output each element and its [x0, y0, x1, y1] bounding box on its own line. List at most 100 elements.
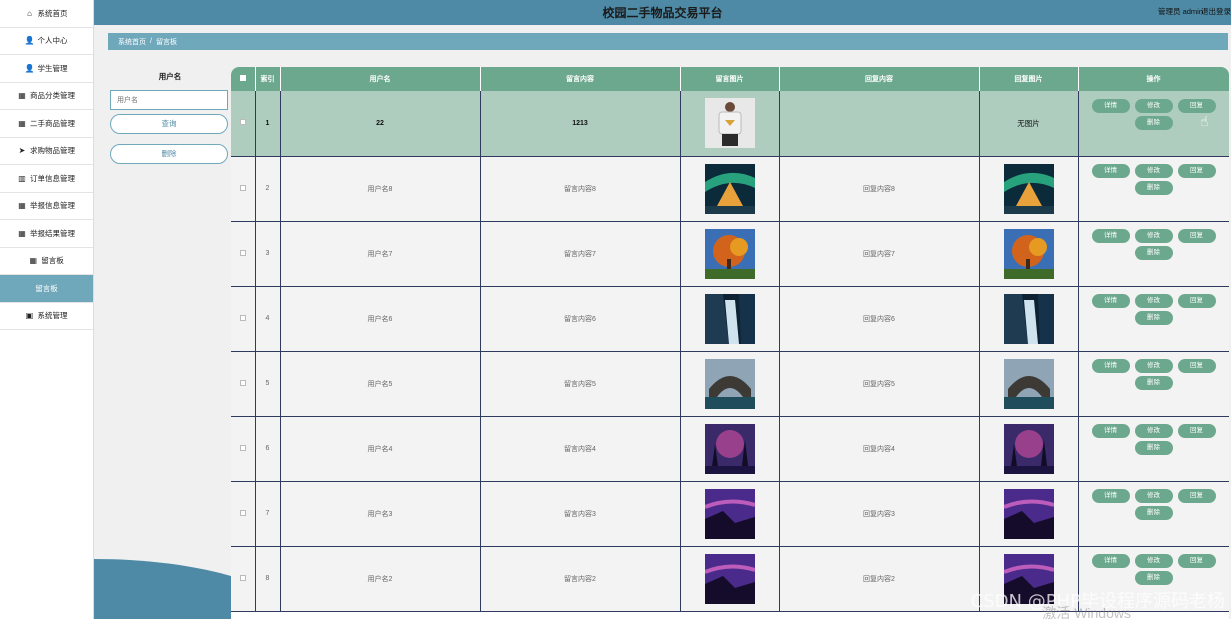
- edit-button[interactable]: 修改: [1134, 229, 1173, 243]
- sidebar-item-8[interactable]: ▦ 举报结果管理: [0, 220, 93, 248]
- reply-button[interactable]: 回复: [1177, 359, 1216, 373]
- detail-button[interactable]: 详情: [1091, 359, 1130, 373]
- row-checkbox[interactable]: [239, 379, 246, 386]
- row-reply: 回复内容7: [779, 221, 980, 287]
- row-message: 留言内容5: [480, 351, 681, 417]
- row-checkbox[interactable]: [239, 119, 246, 126]
- search-label: 用户名: [158, 72, 182, 81]
- detail-button[interactable]: 详情: [1091, 424, 1130, 438]
- delete-button[interactable]: 删除: [1134, 246, 1173, 260]
- message-image-purple-coast[interactable]: [704, 488, 755, 539]
- table-row[interactable]: 5 用户名5 留言内容5 回复内容5 详情 修改 回复 删除: [231, 351, 1229, 417]
- sidebar-item-5[interactable]: ➤ 求购物品管理: [0, 138, 93, 165]
- table-row[interactable]: 3 用户名7 留言内容7 回复内容7 详情 修改 回复 删除: [231, 221, 1229, 287]
- sidebar-item-2[interactable]: 👤 学生管理: [0, 55, 93, 83]
- edit-button[interactable]: 修改: [1134, 164, 1173, 178]
- edit-button[interactable]: 修改: [1134, 424, 1173, 438]
- sidebar-item-11[interactable]: ▣ 系统管理: [0, 303, 93, 330]
- row-select-cell[interactable]: [231, 351, 256, 417]
- table-row[interactable]: 1 22 1213 无图片 详情 修改 回复 删除: [231, 91, 1229, 157]
- detail-button[interactable]: 详情: [1091, 98, 1130, 113]
- query-button[interactable]: 查询: [110, 114, 228, 134]
- edit-button[interactable]: 修改: [1134, 98, 1173, 113]
- reply-button[interactable]: 回复: [1177, 164, 1216, 178]
- detail-button[interactable]: 详情: [1091, 554, 1130, 568]
- reply-button[interactable]: 回复: [1177, 294, 1216, 308]
- message-image-waterfall[interactable]: [704, 293, 755, 344]
- username-search-input[interactable]: [110, 90, 228, 110]
- sidebar-item-0[interactable]: ⌂ 系统首页: [0, 0, 93, 28]
- message-image-aurora-cabin[interactable]: [704, 163, 755, 214]
- batch-delete-button[interactable]: 删除: [110, 144, 228, 164]
- logout-link[interactable]: 退出登录: [1201, 6, 1231, 17]
- reply-button[interactable]: 回复: [1177, 554, 1216, 568]
- header-select-all[interactable]: [231, 67, 256, 91]
- row-message-image: [680, 91, 780, 157]
- message-image-autumn-tree[interactable]: [704, 228, 755, 279]
- row-select-cell[interactable]: [231, 481, 256, 547]
- row-index: 7: [255, 481, 281, 547]
- sidebar-item-9[interactable]: ▦ 留言板: [0, 248, 93, 275]
- row-select-cell[interactable]: [231, 546, 256, 612]
- edit-button[interactable]: 修改: [1134, 294, 1173, 308]
- row-checkbox[interactable]: [239, 444, 246, 451]
- reply-image-aurora-cabin[interactable]: [1003, 163, 1054, 214]
- row-checkbox[interactable]: [239, 314, 246, 321]
- delete-button[interactable]: 删除: [1134, 506, 1173, 520]
- row-select-cell[interactable]: [231, 286, 256, 352]
- row-index: 4: [255, 286, 281, 352]
- table-row[interactable]: 2 用户名8 留言内容8 回复内容8 详情 修改 回复 删除: [231, 156, 1229, 222]
- reply-image-purple-forest[interactable]: [1003, 423, 1054, 474]
- row-checkbox[interactable]: [239, 184, 246, 191]
- breadcrumb-home[interactable]: 系统首页: [118, 37, 146, 47]
- sidebar-item-3[interactable]: ▦ 商品分类管理: [0, 83, 93, 110]
- message-image-purple-coast[interactable]: [704, 553, 755, 604]
- row-select-cell[interactable]: [231, 416, 256, 482]
- edit-button[interactable]: 修改: [1134, 554, 1173, 568]
- select-all-checkbox[interactable]: [239, 75, 246, 81]
- row-select-cell[interactable]: [231, 91, 256, 157]
- sidebar-item-10[interactable]: 留言板: [0, 275, 93, 303]
- reply-image-waterfall[interactable]: [1003, 293, 1054, 344]
- detail-button[interactable]: 详情: [1091, 294, 1130, 308]
- edit-button[interactable]: 修改: [1134, 489, 1173, 503]
- delete-button[interactable]: 删除: [1134, 181, 1173, 195]
- reply-image-purple-coast[interactable]: [1003, 488, 1054, 539]
- row-select-cell[interactable]: [231, 221, 256, 287]
- table-row[interactable]: 4 用户名6 留言内容6 回复内容6 详情 修改 回复 删除: [231, 286, 1229, 352]
- delete-button[interactable]: 删除: [1134, 571, 1173, 585]
- detail-button[interactable]: 详情: [1091, 164, 1130, 178]
- row-checkbox[interactable]: [239, 574, 246, 581]
- reply-image-autumn-tree[interactable]: [1003, 228, 1054, 279]
- sidebar-item-6[interactable]: ▥ 订单信息管理: [0, 165, 93, 193]
- sidebar-item-4[interactable]: ▦ 二手商品管理: [0, 110, 93, 138]
- delete-button[interactable]: 删除: [1134, 441, 1173, 455]
- row-checkbox[interactable]: [239, 509, 246, 516]
- detail-button[interactable]: 详情: [1091, 489, 1130, 503]
- delete-button[interactable]: 删除: [1134, 311, 1173, 325]
- edit-button[interactable]: 修改: [1134, 359, 1173, 373]
- sidebar-item-7[interactable]: ▦ 举报信息管理: [0, 193, 93, 220]
- sidebar-item-1[interactable]: 👤 个人中心: [0, 28, 93, 55]
- message-image-sea-arch[interactable]: [704, 358, 755, 409]
- reply-button[interactable]: 回复: [1177, 229, 1216, 243]
- reply-button[interactable]: 回复: [1177, 98, 1216, 113]
- reply-button[interactable]: 回复: [1177, 489, 1216, 503]
- row-username: 用户名4: [280, 416, 481, 482]
- row-checkbox[interactable]: [239, 249, 246, 256]
- delete-button[interactable]: 删除: [1134, 376, 1173, 390]
- detail-button[interactable]: 详情: [1091, 229, 1130, 243]
- row-select-cell[interactable]: [231, 156, 256, 222]
- message-image-tshirt[interactable]: [704, 98, 755, 149]
- header-username: 用户名: [280, 67, 481, 91]
- grid-icon: ▦: [18, 91, 26, 101]
- reply-button[interactable]: 回复: [1177, 424, 1216, 438]
- reply-image-sea-arch[interactable]: [1003, 358, 1054, 409]
- table-row[interactable]: 7 用户名3 留言内容3 回复内容3 详情 修改 回复 删除: [231, 481, 1229, 547]
- sidebar: ⌂ 系统首页 👤 个人中心 👤 学生管理 ▦ 商品分类管理 ▦ 二手商品管理 ➤ 求购物品管理 ▥ 订单信…: [0, 0, 94, 619]
- message-image-purple-forest[interactable]: [704, 423, 755, 474]
- delete-button[interactable]: 删除: [1134, 115, 1173, 130]
- row-message: 留言内容6: [480, 286, 681, 352]
- header-reply-image: 回复图片: [979, 67, 1079, 91]
- table-row[interactable]: 6 用户名4 留言内容4 回复内容4 详情 修改 回复 删除: [231, 416, 1229, 482]
